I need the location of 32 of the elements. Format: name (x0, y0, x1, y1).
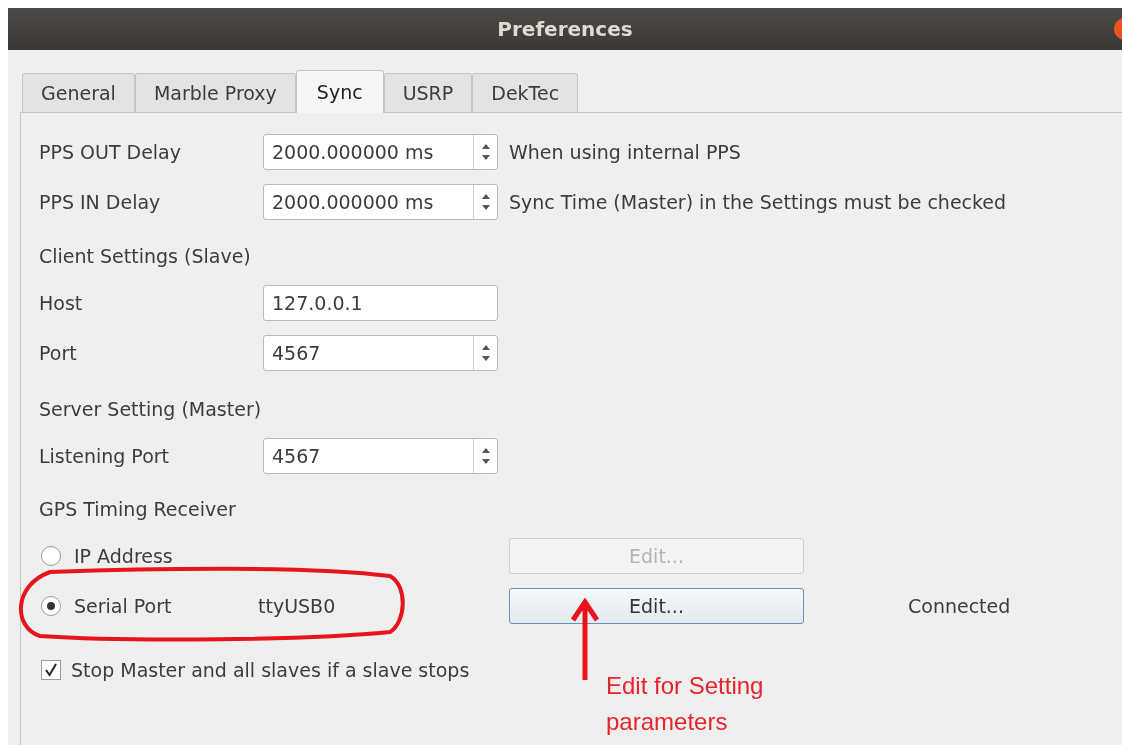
section-heading: Server Setting (Master) (39, 396, 262, 422)
field-label: PPS IN Delay (39, 189, 162, 215)
window-title: Preferences (497, 16, 633, 43)
radio-label[interactable]: IP Address (74, 541, 258, 571)
field-label: Port (39, 340, 78, 366)
text-field[interactable]: 127.0.0.1 (263, 285, 498, 321)
annotation-text: Edit for Setting parameters (606, 671, 764, 737)
radio-button[interactable] (41, 596, 61, 616)
spin-box[interactable]: 4567 (263, 438, 498, 474)
tab[interactable]: USRP (383, 73, 473, 112)
spin-box[interactable]: 4567 (263, 335, 498, 371)
spin-box[interactable]: 2000.000000 ms (263, 184, 498, 220)
field-label: Host (39, 290, 84, 316)
radio-label[interactable]: Serial Port (74, 591, 258, 621)
section-heading: GPS Timing Receiver (39, 496, 236, 522)
hint-text: Sync Time (Master) in the Settings must be checked (509, 189, 1007, 215)
spin-box[interactable]: 2000.000000 ms (263, 134, 498, 170)
edit-button[interactable]: Edit... (509, 588, 804, 624)
port-name: ttyUSB0 (258, 593, 337, 619)
checkbox-label[interactable]: Stop Master and all slaves if a slave stops (71, 655, 470, 685)
tab[interactable]: Marble Proxy (134, 73, 296, 112)
section-heading: Client Settings (Slave) (39, 243, 251, 269)
arrow-icon (570, 598, 600, 682)
connection-status: Connected (908, 593, 1011, 619)
radio-button[interactable] (41, 546, 61, 566)
tab[interactable]: Sync (295, 70, 384, 113)
field-label: Listening Port (39, 443, 171, 469)
tab[interactable]: General (22, 73, 135, 112)
checkbox[interactable] (41, 660, 61, 680)
hint-text: When using internal PPS (509, 139, 741, 165)
field-label: PPS OUT Delay (39, 139, 182, 165)
tab[interactable]: DekTec (472, 73, 579, 112)
